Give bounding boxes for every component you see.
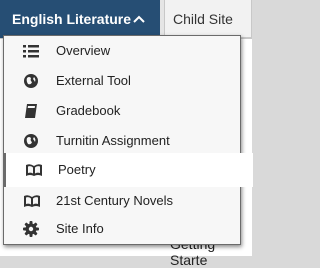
- menu-item-label: Site Info: [56, 221, 104, 236]
- globe-icon: [23, 73, 39, 89]
- menu-item-overview[interactable]: Overview: [4, 36, 240, 66]
- globe-icon: [23, 133, 39, 149]
- menu-item-site-info[interactable]: Site Info: [4, 214, 240, 244]
- gear-icon: [23, 221, 39, 237]
- menu-item-21st-century-novels[interactable]: 21st Century Novels: [4, 186, 240, 216]
- child-site-label: Child Site: [173, 10, 233, 27]
- site-tab-label: English Literature: [12, 11, 132, 27]
- site-tools-dropdown-menu: Overview External Tool Gradebook Turniti…: [3, 35, 253, 245]
- top-navigation-bar: English Literature Child Site: [0, 0, 252, 39]
- open-book-icon: [25, 162, 42, 178]
- menu-item-label: Poetry: [58, 162, 96, 177]
- menu-item-external-tool[interactable]: External Tool: [4, 66, 240, 96]
- menu-item-label: 21st Century Novels: [56, 193, 174, 208]
- book-icon: [23, 103, 39, 119]
- menu-item-gradebook[interactable]: Gradebook: [4, 96, 240, 126]
- menu-item-turnitin-assignment[interactable]: Turnitin Assignment: [4, 126, 240, 156]
- menu-item-label: Overview: [56, 43, 111, 58]
- chevron-up-icon[interactable]: [132, 12, 146, 26]
- list-icon: [23, 43, 39, 59]
- open-book-icon: [23, 193, 40, 209]
- menu-item-label: External Tool: [56, 73, 131, 88]
- menu-item-poetry[interactable]: Poetry: [3, 153, 253, 187]
- site-tab-english-literature[interactable]: English Literature: [0, 0, 160, 38]
- menu-item-label: Turnitin Assignment: [56, 133, 170, 148]
- child-site-tab[interactable]: Child Site: [164, 0, 252, 38]
- menu-item-label: Gradebook: [56, 103, 121, 118]
